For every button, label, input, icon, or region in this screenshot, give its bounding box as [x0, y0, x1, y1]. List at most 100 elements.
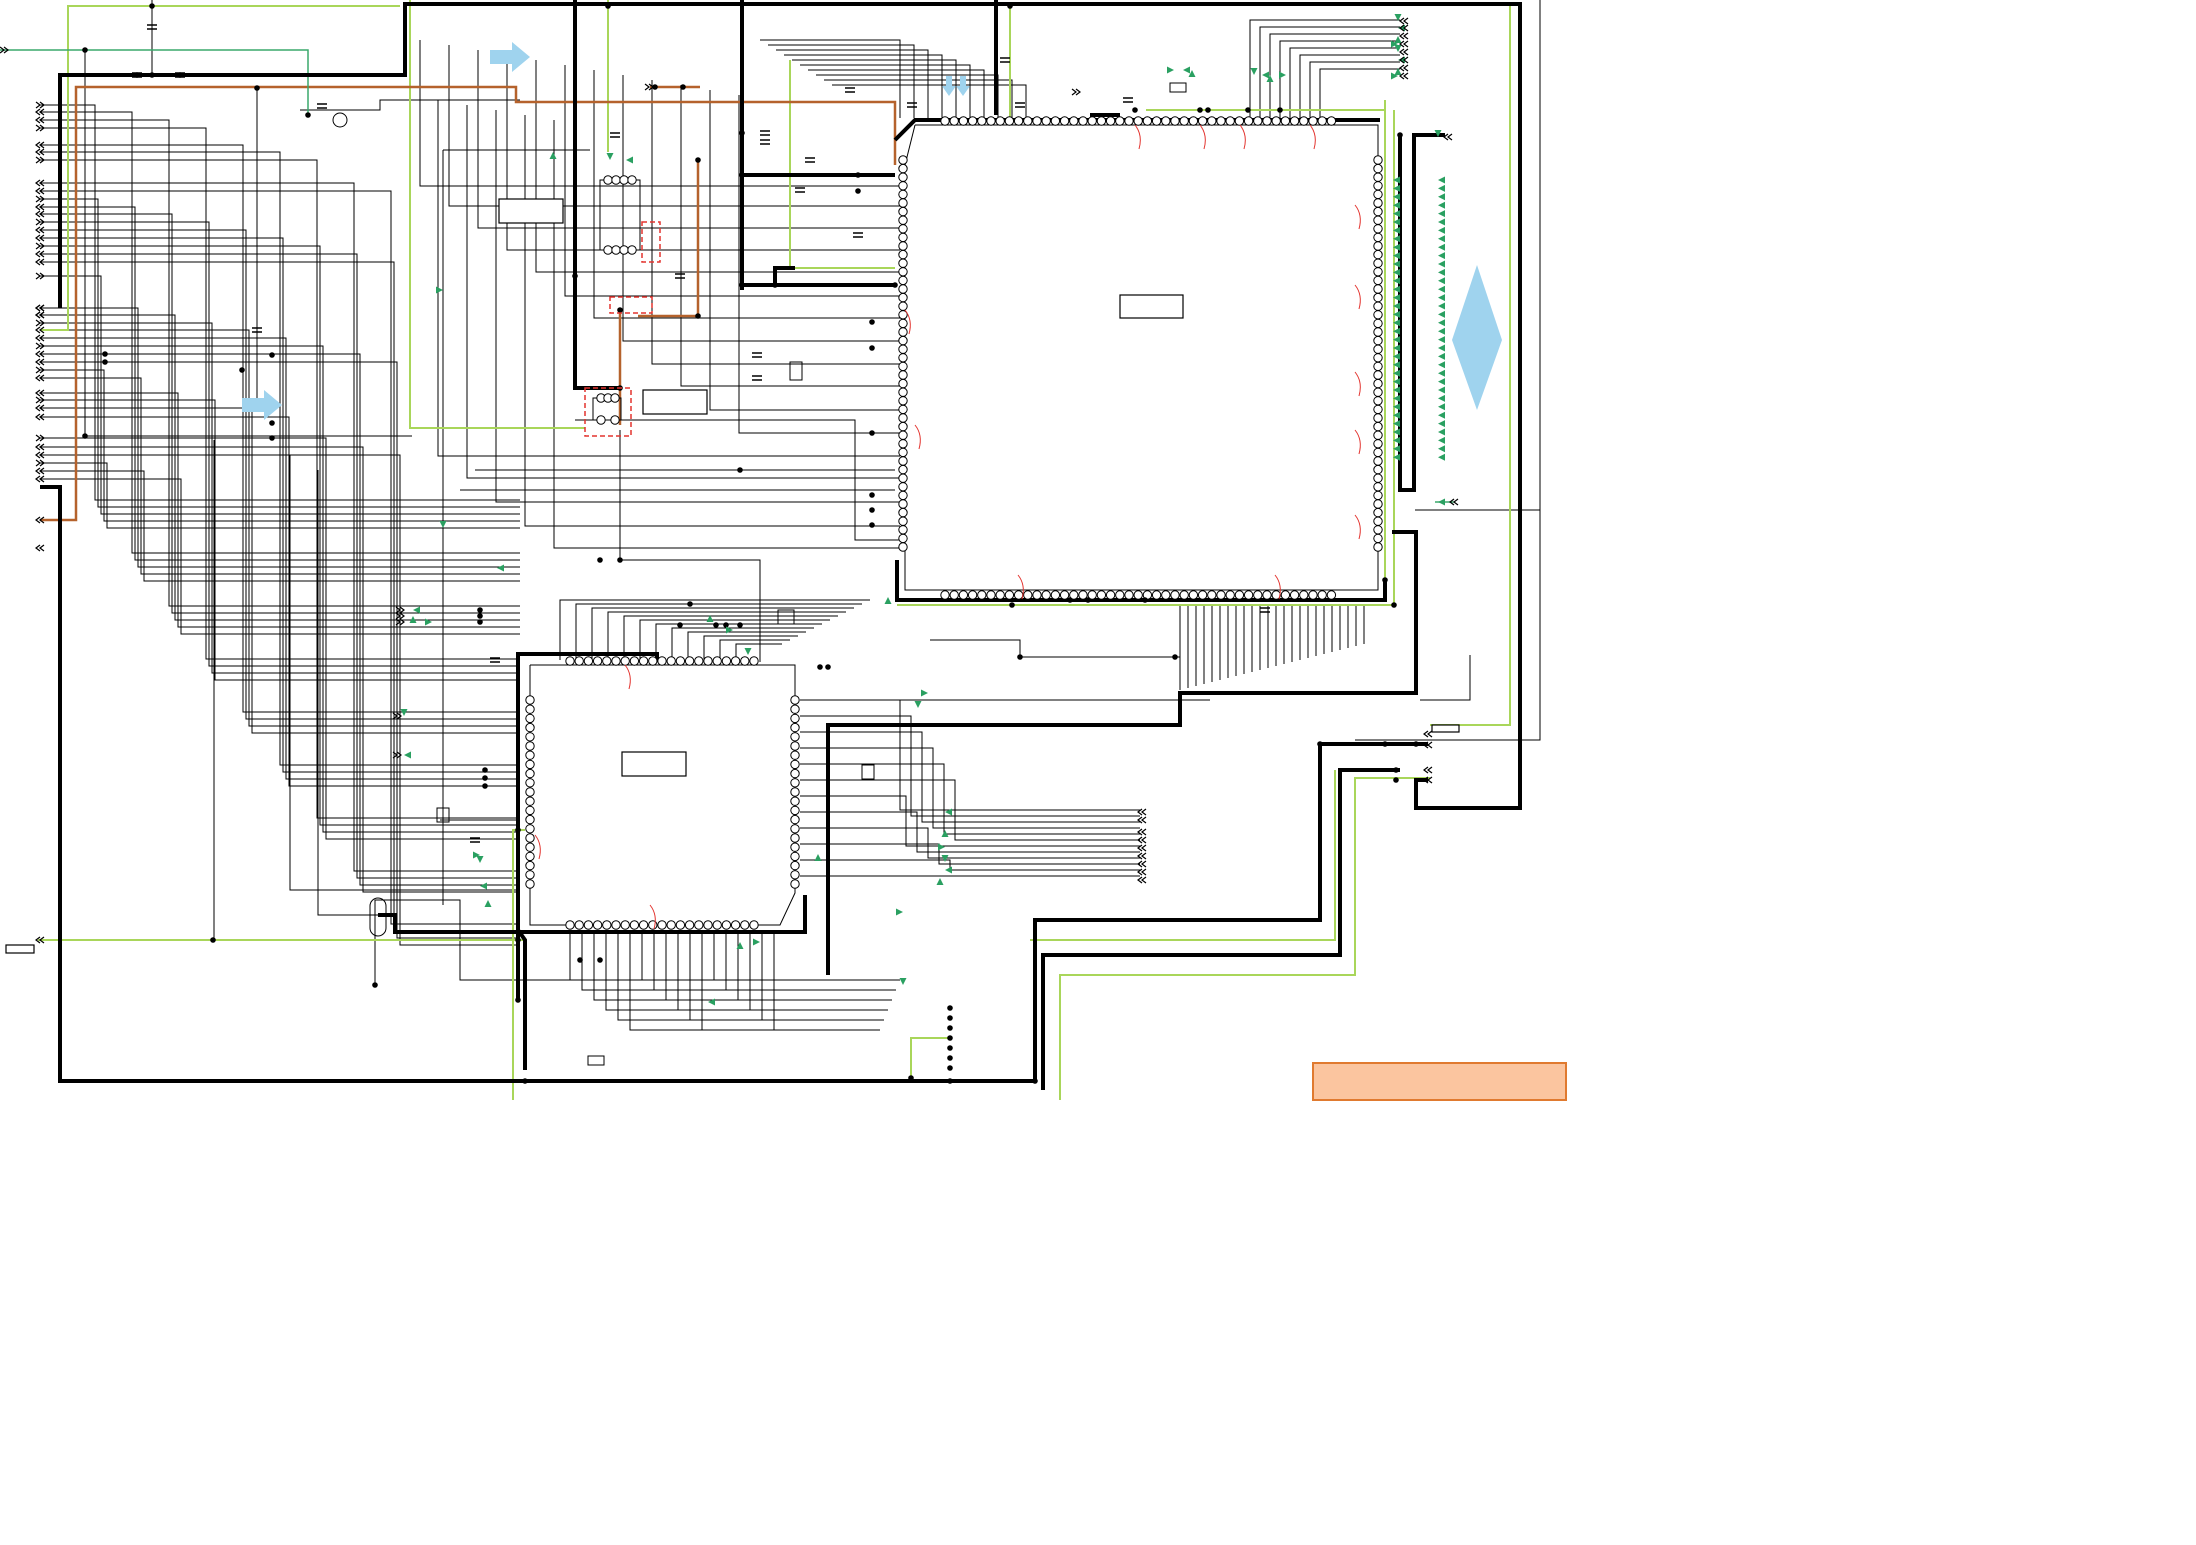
ic-pin	[1373, 396, 1383, 406]
junction-dot	[892, 282, 898, 288]
ic-pin	[790, 814, 800, 825]
junction-dot	[677, 622, 683, 628]
ic-pin	[898, 533, 908, 544]
ic-pin	[749, 656, 759, 666]
ic-pin	[1373, 499, 1383, 509]
signal-wire	[800, 859, 1140, 871]
signal-wire	[1279, 40, 1400, 118]
ic-pin	[790, 768, 800, 779]
ic-pin	[898, 189, 908, 200]
green-arrow-icon	[1438, 310, 1445, 318]
junction-dot	[1382, 577, 1388, 583]
ic-pin	[627, 175, 637, 185]
green-arrow-icon	[945, 866, 952, 874]
green-arrow-icon	[1438, 445, 1445, 453]
green-arrow-icon	[1438, 428, 1445, 436]
junction-dot	[947, 1065, 953, 1071]
ic-pin	[525, 759, 535, 770]
ic-pin	[898, 464, 908, 475]
ic-pin	[712, 920, 722, 930]
red-tick-mark	[1309, 124, 1316, 150]
ic-pin	[898, 404, 908, 415]
ic-pin	[1373, 232, 1383, 243]
red-tick-mark	[1354, 284, 1361, 310]
ic-pin	[1373, 301, 1383, 311]
green-arrow-icon	[436, 286, 443, 294]
label-box	[1431, 724, 1460, 733]
light-blue-block-arrow-icon	[242, 390, 282, 420]
green-arrow-icon	[1438, 403, 1445, 411]
ic-pin	[790, 870, 800, 880]
ic-pin	[940, 590, 950, 600]
junction-dot	[597, 557, 603, 563]
junction-dot	[1317, 741, 1323, 747]
junction-dot	[869, 492, 875, 498]
ic-pin	[1317, 116, 1327, 126]
ic-pin	[790, 713, 800, 724]
green-arrow-icon	[1438, 260, 1445, 268]
ic-pin	[898, 353, 908, 363]
ic-pin	[949, 116, 959, 126]
ic-pin	[1373, 181, 1383, 191]
legend-panel	[1312, 1062, 1567, 1101]
ic-pin	[712, 656, 722, 666]
green-arrow-icon	[480, 882, 487, 890]
ic-pin	[1023, 590, 1033, 600]
ic-pin	[666, 920, 676, 930]
junction-dot	[947, 1015, 953, 1021]
ic-pin	[1124, 590, 1134, 600]
signal-wire	[581, 930, 896, 991]
supply-wire	[910, 1037, 948, 1078]
ic-pin	[995, 116, 1005, 126]
junction-dot	[515, 997, 521, 1003]
ic-pin	[1373, 224, 1383, 234]
green-arrow-icon	[914, 701, 922, 708]
ic-pin	[1373, 482, 1383, 492]
ic-pin	[1142, 116, 1153, 126]
junction-dot	[372, 982, 378, 988]
ic-pin	[1373, 533, 1383, 544]
junction-dot	[687, 601, 693, 607]
signal-wire	[800, 715, 1140, 817]
red-tick-mark	[1354, 429, 1361, 455]
ic-pin	[1373, 310, 1383, 320]
ic-pin	[1041, 590, 1051, 600]
ic-pin	[1373, 430, 1383, 440]
ic-pin	[1078, 590, 1088, 600]
ic-pin	[1373, 456, 1383, 466]
ic-pin	[638, 920, 649, 930]
circuit-schematic	[0, 0, 1567, 1101]
signal-wire	[506, 55, 900, 251]
junction-dot	[1245, 107, 1251, 113]
ic-pin	[986, 116, 996, 126]
signal-wire	[448, 45, 900, 207]
junction-dot	[477, 613, 483, 619]
ic-pin	[958, 590, 969, 600]
ic-pin	[898, 155, 908, 165]
ic-pin	[1115, 590, 1125, 600]
green-arrow-icon	[549, 152, 557, 159]
green-arrow-icon	[1438, 420, 1445, 428]
green-arrow-icon	[626, 156, 633, 164]
red-tick-mark	[1134, 124, 1141, 150]
ic-pin	[898, 163, 908, 174]
ic-pin	[1373, 413, 1383, 423]
ic-pin	[1373, 267, 1383, 277]
ic-pin	[1373, 447, 1383, 458]
junction-dot	[1205, 107, 1211, 113]
junction-dot	[572, 273, 578, 279]
ground-bus-wire	[773, 266, 795, 285]
ic-pin	[1151, 590, 1162, 600]
ic-pin	[1373, 241, 1383, 251]
ic-pin	[898, 430, 908, 440]
green-arrow-icon	[1438, 201, 1445, 209]
orange-wire	[638, 160, 700, 318]
chevron-connector-icon	[1399, 32, 1409, 40]
ic-pin	[1059, 116, 1070, 126]
signal-wire	[466, 105, 900, 479]
ic-pin	[1096, 590, 1107, 600]
ic-pin	[1225, 590, 1235, 600]
ic-pin	[721, 656, 732, 666]
junction-dot	[947, 1035, 953, 1041]
junction-dot	[825, 664, 831, 670]
